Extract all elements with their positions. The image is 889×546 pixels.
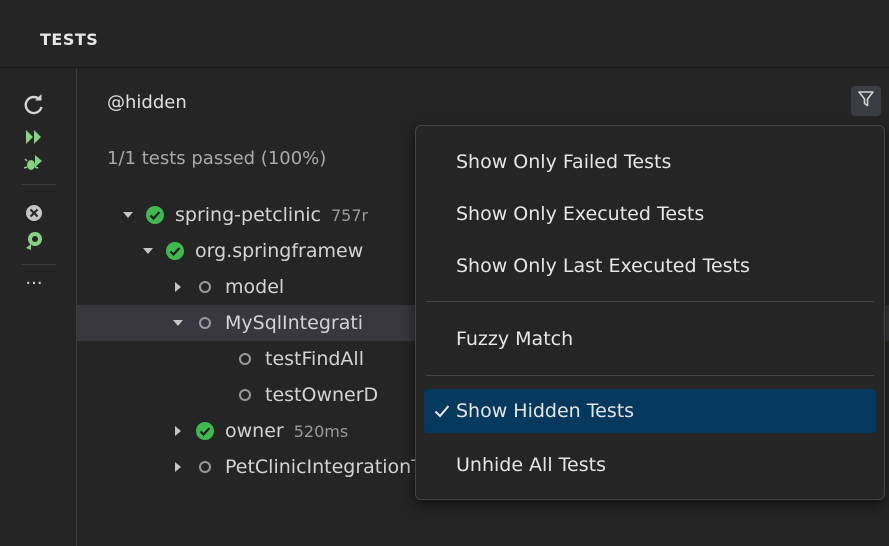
checkmark-icon	[428, 389, 456, 433]
check-slot	[428, 192, 456, 236]
tree-item-label: testFindAll	[265, 348, 364, 370]
panel-title: TESTS	[40, 30, 99, 49]
check-slot	[428, 443, 456, 487]
duration-label: 520ms	[293, 421, 349, 441]
tree-item-label: owner	[225, 420, 284, 442]
chevron-down-icon[interactable]	[171, 316, 185, 330]
check-slot	[428, 140, 456, 184]
menu-item-label: Show Hidden Tests	[456, 400, 635, 422]
menu-item-label: Fuzzy Match	[456, 328, 574, 350]
coverage-icon[interactable]	[20, 228, 48, 254]
chevron-down-icon[interactable]	[121, 208, 135, 222]
chevron-right-icon[interactable]	[171, 424, 185, 438]
tree-item-label: model	[225, 276, 285, 298]
menu-item-unhide-all-tests[interactable]: Unhide All Tests	[424, 443, 876, 487]
test-explorer-panel: TESTS ··· @hidden 1/1 tests passed (100%…	[0, 0, 889, 546]
tree-item-label: org.springframew	[195, 240, 364, 262]
duration-label: 757r	[330, 205, 369, 225]
menu-item-show-only-failed[interactable]: Show Only Failed Tests	[424, 140, 876, 184]
debug-all-icon[interactable]	[20, 150, 48, 176]
chevron-right-icon[interactable]	[171, 460, 185, 474]
menu-item-fuzzy-match[interactable]: Fuzzy Match	[424, 317, 876, 361]
menu-item-show-only-last-executed[interactable]: Show Only Last Executed Tests	[424, 244, 876, 288]
not-run-icon	[195, 313, 215, 333]
chevron-right-icon[interactable]	[171, 280, 185, 294]
toolbar-divider	[22, 184, 56, 185]
run-all-icon[interactable]	[20, 124, 48, 150]
chevron-down-icon[interactable]	[141, 244, 155, 258]
menu-divider	[426, 375, 874, 376]
passed-icon	[195, 421, 215, 441]
panel-header: TESTS	[0, 0, 889, 68]
clear-results-icon[interactable]	[20, 200, 48, 226]
passed-icon	[145, 205, 165, 225]
menu-item-label: Unhide All Tests	[456, 454, 606, 476]
not-run-icon	[235, 385, 255, 405]
not-run-icon	[235, 349, 255, 369]
menu-item-label: Show Only Executed Tests	[456, 203, 705, 225]
tree-item-label: testOwnerD	[265, 384, 379, 406]
tree-item-label: spring-petclinic	[175, 204, 321, 226]
menu-item-label: Show Only Last Executed Tests	[456, 255, 750, 277]
check-slot	[428, 244, 456, 288]
menu-item-show-only-executed[interactable]: Show Only Executed Tests	[424, 192, 876, 236]
menu-item-label: Show Only Failed Tests	[456, 151, 672, 173]
tree-item-label: MySqlIntegrati	[225, 312, 364, 334]
check-slot	[428, 317, 456, 361]
menu-item-show-hidden-tests[interactable]: Show Hidden Tests	[424, 389, 876, 433]
filter-menu: Show Only Failed Tests Show Only Execute…	[415, 125, 885, 500]
passed-icon	[165, 241, 185, 261]
test-summary: 1/1 tests passed (100%)	[107, 148, 327, 169]
menu-divider	[426, 301, 874, 302]
not-run-icon	[195, 457, 215, 477]
filter-icon	[857, 90, 875, 112]
filter-input[interactable]: @hidden	[107, 92, 187, 113]
more-actions-button[interactable]: ···	[20, 270, 48, 296]
filter-button[interactable]	[851, 86, 881, 116]
refresh-icon[interactable]	[20, 92, 48, 118]
toolbar-divider	[22, 264, 56, 265]
not-run-icon	[195, 277, 215, 297]
test-toolbar: ···	[0, 68, 77, 546]
